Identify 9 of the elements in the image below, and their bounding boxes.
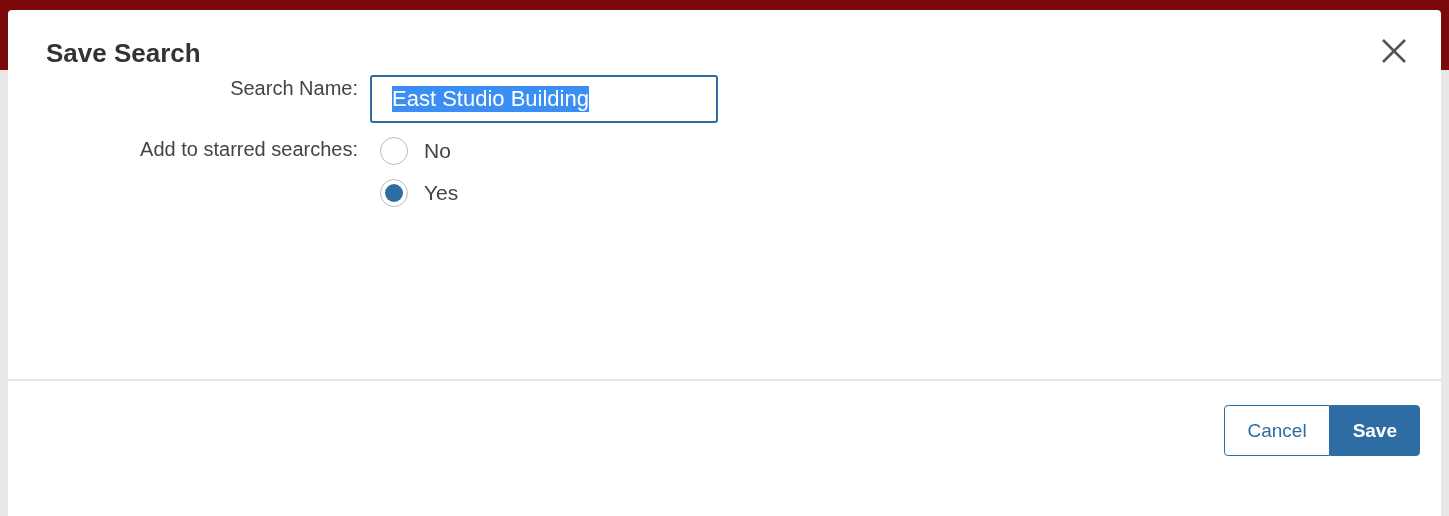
- field-label: Search Name:: [229, 76, 358, 100]
- search-name-field[interactable]: East Studio Building: [370, 75, 718, 123]
- save-button[interactable]: Save: [1329, 405, 1420, 456]
- field-label: Add to starred searches:: [139, 137, 358, 161]
- radio-option[interactable]: No: [380, 137, 1441, 165]
- radio-option[interactable]: Yes: [380, 179, 1441, 207]
- cancel-button[interactable]: Cancel: [1224, 405, 1330, 456]
- close-button[interactable]: [1381, 38, 1407, 64]
- dialog-title: Save Search: [46, 38, 201, 69]
